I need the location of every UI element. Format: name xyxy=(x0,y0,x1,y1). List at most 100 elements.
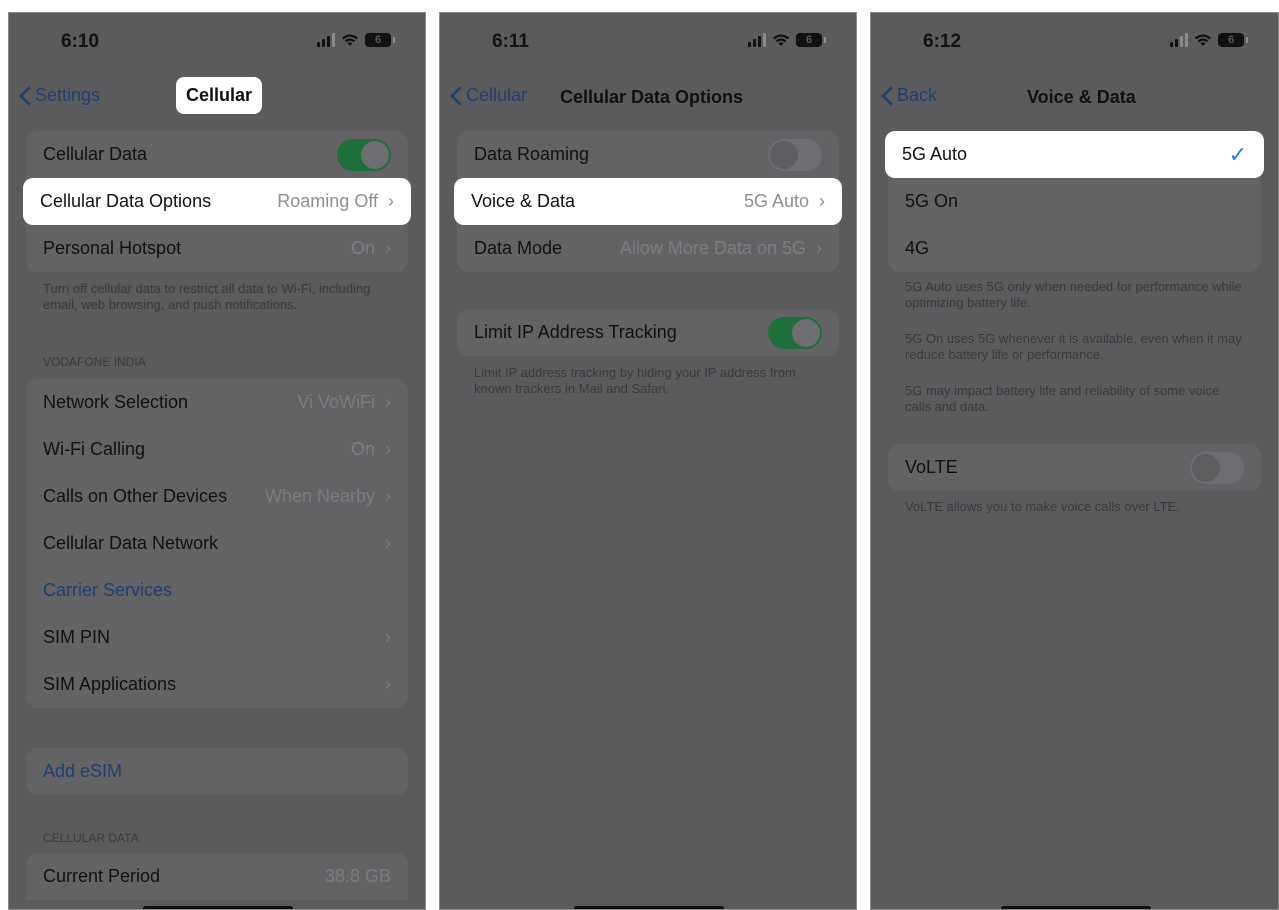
battery-icon: 6 xyxy=(365,33,395,47)
status-time: 6:11 xyxy=(492,31,529,52)
nav-bar: Back Voice & Data xyxy=(871,73,1278,123)
signal-icon xyxy=(1170,33,1188,47)
limit-ip-toggle[interactable] xyxy=(768,316,822,349)
limit-ip-footer: Limit IP address tracking by hiding your… xyxy=(474,365,796,396)
volte-toggle[interactable] xyxy=(1190,451,1244,484)
cellular-group: Cellular Data Cellular Data Options Roam… xyxy=(23,131,411,272)
back-label: Settings xyxy=(35,85,101,105)
cellular-data-row[interactable]: Cellular Data xyxy=(26,131,408,178)
chevron-left-icon xyxy=(450,86,462,105)
row-label: SIM Applications xyxy=(43,674,177,694)
carrier-group: Network Selection Vi VoWiFi › Wi-Fi Call… xyxy=(26,379,408,708)
cellular-data-options-row[interactable]: Cellular Data Options Roaming Off › xyxy=(23,178,411,225)
checkmark-icon: ✓ xyxy=(1228,141,1247,167)
network-selection-row[interactable]: Network Selection Vi VoWiFi › xyxy=(26,379,408,426)
personal-hotspot-row[interactable]: Personal Hotspot On › xyxy=(26,225,408,272)
wifi-icon xyxy=(1195,34,1211,46)
cellular-data-options-value: Roaming Off xyxy=(277,191,378,211)
volte-label: VoLTE xyxy=(905,457,958,477)
screen-cellular-data-options: 6:11 6 Cellular Cellular Data Options Da… xyxy=(439,12,857,910)
signal-icon xyxy=(317,33,335,47)
row-value: When Nearby xyxy=(264,486,375,506)
signal-icon xyxy=(748,33,766,47)
chevron-right-icon: › xyxy=(385,238,391,258)
row-label: Calls on Other Devices xyxy=(43,486,228,506)
chevron-right-icon: › xyxy=(385,439,391,459)
sim-pin-row[interactable]: SIM PIN › xyxy=(26,614,408,661)
current-period-row: Current Period 38.8 GB xyxy=(26,853,408,900)
home-indicator[interactable] xyxy=(1001,906,1151,909)
back-button[interactable]: Cellular xyxy=(450,85,527,106)
status-time: 6:10 xyxy=(61,31,100,52)
cellular-data-toggle[interactable] xyxy=(337,138,391,171)
volte-row[interactable]: VoLTE xyxy=(888,444,1261,491)
calls-other-devices-row[interactable]: Calls on Other Devices When Nearby › xyxy=(26,473,408,520)
sim-applications-row[interactable]: SIM Applications › xyxy=(26,661,408,708)
chevron-right-icon: › xyxy=(385,674,391,694)
back-button[interactable]: Back xyxy=(881,85,937,106)
limit-ip-label: Limit IP Address Tracking xyxy=(474,322,677,342)
carrier-services-link[interactable]: Carrier Services xyxy=(26,567,408,614)
cellular-info-text: Turn off cellular data to restrict all d… xyxy=(43,281,371,312)
page-title: Voice & Data xyxy=(1027,87,1136,107)
data-roaming-toggle[interactable] xyxy=(768,138,822,171)
carrier-header: VODAFONE INDIA xyxy=(43,355,146,369)
option-5g-on[interactable]: 5G On xyxy=(888,178,1261,225)
back-button[interactable]: Settings xyxy=(19,85,100,106)
footer-5g-impact: 5G may impact battery life and reliabili… xyxy=(905,383,1220,414)
page-title: Cellular xyxy=(176,77,263,114)
chevron-right-icon: › xyxy=(385,486,391,506)
current-period-value: 38.8 GB xyxy=(324,866,391,886)
battery-icon: 6 xyxy=(796,33,826,47)
personal-hotspot-label: Personal Hotspot xyxy=(43,238,182,258)
screen-voice-data: 6:12 6 Back Voice & Data 5G Auto ✓ 5G On… xyxy=(870,12,1279,910)
voice-data-row[interactable]: Voice & Data 5G Auto › xyxy=(454,178,842,225)
data-roaming-row[interactable]: Data Roaming xyxy=(457,131,839,178)
option-4g[interactable]: 4G xyxy=(888,225,1261,272)
chevron-left-icon xyxy=(881,86,893,105)
row-label: Cellular Data Network xyxy=(43,533,219,553)
screen-cellular: 6:10 6 Settings Cellular Cellular Data C… xyxy=(8,12,426,910)
row-label: Wi-Fi Calling xyxy=(43,439,146,459)
volte-group: VoLTE xyxy=(888,444,1261,491)
network-options-group: 5G Auto ✓ 5G On 4G xyxy=(885,131,1264,272)
wifi-icon xyxy=(773,34,789,46)
status-bar: 6:12 6 xyxy=(871,13,1278,73)
back-label: Back xyxy=(897,85,938,105)
row-label: Carrier Services xyxy=(43,580,173,600)
chevron-right-icon: › xyxy=(385,533,391,553)
home-indicator[interactable] xyxy=(143,906,293,909)
cellular-data-network-row[interactable]: Cellular Data Network › xyxy=(26,520,408,567)
volte-footer: VoLTE allows you to make voice calls ove… xyxy=(905,499,1180,514)
data-mode-value: Allow More Data on 5G xyxy=(619,238,806,258)
status-bar: 6:11 6 xyxy=(440,13,856,73)
add-esim-button[interactable]: Add eSIM xyxy=(26,748,408,795)
data-roaming-label: Data Roaming xyxy=(474,144,590,164)
voice-data-value: 5G Auto xyxy=(743,191,809,211)
option-5g-auto[interactable]: 5G Auto ✓ xyxy=(885,131,1264,178)
add-esim-label: Add eSIM xyxy=(43,761,123,781)
back-label: Cellular xyxy=(466,85,528,105)
option-label: 5G On xyxy=(905,191,959,211)
data-mode-label: Data Mode xyxy=(474,238,563,258)
cellular-data-label: Cellular Data xyxy=(43,144,148,164)
chevron-right-icon: › xyxy=(385,392,391,412)
row-label: Network Selection xyxy=(43,392,189,412)
battery-icon: 6 xyxy=(1218,33,1248,47)
home-indicator[interactable] xyxy=(574,906,724,909)
data-options-group: Data Roaming Voice & Data 5G Auto › Data… xyxy=(454,131,842,272)
cellular-data-options-label: Cellular Data Options xyxy=(40,191,212,211)
page-title: Cellular Data Options xyxy=(560,87,744,107)
esim-group: Add eSIM xyxy=(26,748,408,795)
option-label: 5G Auto xyxy=(902,144,968,164)
wifi-icon xyxy=(342,34,358,46)
chevron-right-icon: › xyxy=(385,627,391,647)
chevron-right-icon: › xyxy=(816,238,822,258)
wifi-calling-row[interactable]: Wi-Fi Calling On › xyxy=(26,426,408,473)
usage-group: Current Period 38.8 GB xyxy=(26,853,408,900)
row-value: On xyxy=(350,439,375,459)
nav-bar: Cellular Cellular Data Options xyxy=(440,73,856,123)
limit-ip-row[interactable]: Limit IP Address Tracking xyxy=(457,309,839,356)
data-mode-row[interactable]: Data Mode Allow More Data on 5G › xyxy=(457,225,839,272)
option-label: 4G xyxy=(905,238,930,258)
